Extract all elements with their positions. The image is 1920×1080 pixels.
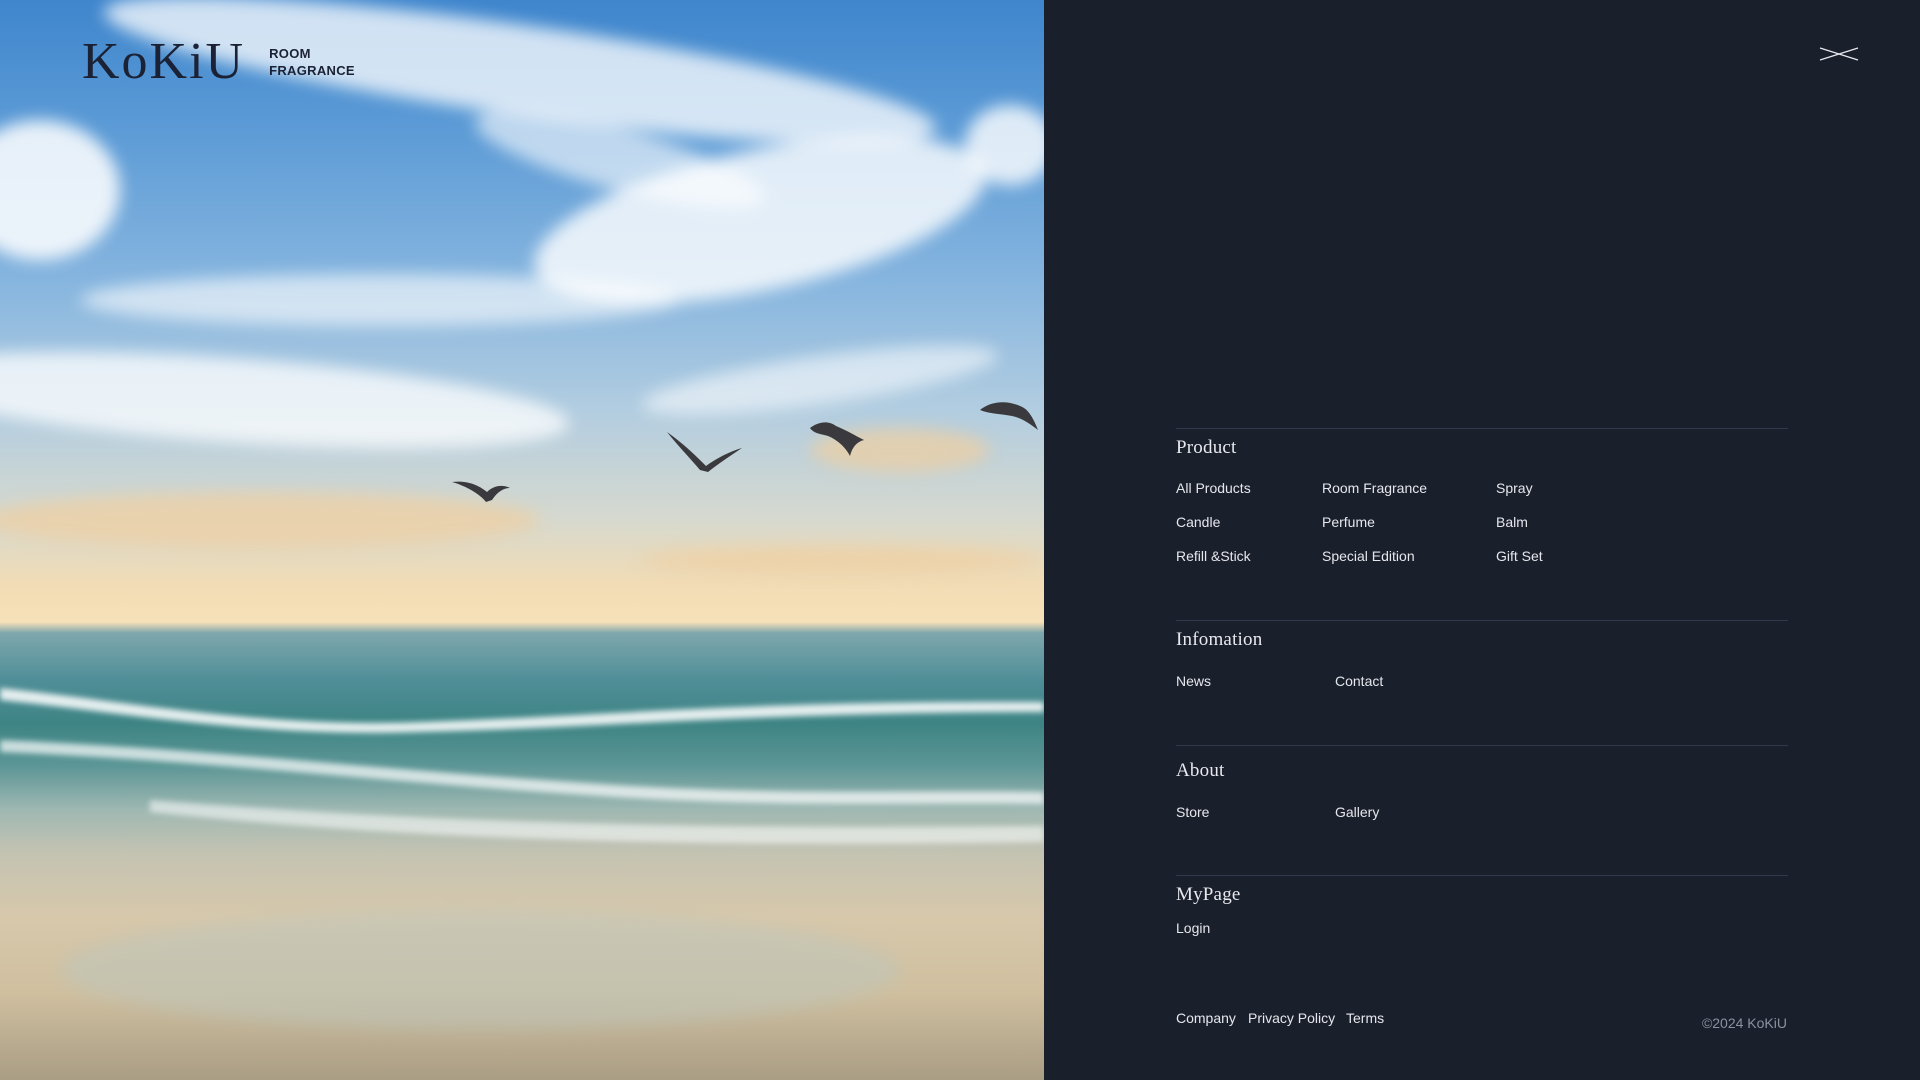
section-title-mypage: MyPage — [1176, 884, 1241, 905]
footer-link-privacy-policy[interactable]: Privacy Policy — [1248, 1010, 1335, 1026]
section-title-product: Product — [1176, 437, 1237, 458]
menu-link-all-products[interactable]: All Products — [1176, 480, 1251, 496]
menu-section-information: Infomation News Contact — [1176, 620, 1788, 745]
menu-section-product: Product All Products Room Fragrance Spra… — [1176, 428, 1788, 618]
hero-photo: KoKiU ROOM FRAGRANCE — [0, 0, 1044, 1080]
brand[interactable]: KoKiU ROOM FRAGRANCE — [82, 36, 369, 88]
sunset-glow-clouds — [0, 428, 1040, 574]
menu-link-gallery[interactable]: Gallery — [1335, 804, 1379, 820]
menu-link-special-edition[interactable]: Special Edition — [1322, 548, 1415, 564]
section-title-information: Infomation — [1176, 629, 1263, 650]
menu-link-contact[interactable]: Contact — [1335, 673, 1383, 689]
brand-tagline-line1: ROOM — [269, 46, 311, 61]
menu-link-login[interactable]: Login — [1176, 920, 1210, 936]
menu-link-perfume[interactable]: Perfume — [1322, 514, 1375, 530]
brand-tagline-line2: FRAGRANCE — [269, 63, 355, 78]
menu-link-balm[interactable]: Balm — [1496, 514, 1528, 530]
copyright: ©2024 KoKiU — [1701, 1015, 1787, 1031]
menu-section-mypage: MyPage Login — [1176, 875, 1788, 975]
waves — [0, 688, 1044, 844]
brand-tagline: ROOM FRAGRANCE — [269, 45, 369, 79]
menu-link-news[interactable]: News — [1176, 673, 1211, 689]
menu-link-room-fragrance[interactable]: Room Fragrance — [1322, 480, 1427, 496]
menu-section-about: About Store Gallery — [1176, 745, 1788, 875]
menu-link-spray[interactable]: Spray — [1496, 480, 1533, 496]
menu-link-gift-set[interactable]: Gift Set — [1496, 548, 1543, 564]
menu-link-store[interactable]: Store — [1176, 804, 1209, 820]
section-title-about: About — [1176, 760, 1225, 781]
menu-link-refill-stick[interactable]: Refill &Stick — [1176, 548, 1251, 564]
footer-link-terms[interactable]: Terms — [1346, 1010, 1384, 1026]
close-menu-button[interactable] — [1818, 44, 1860, 64]
close-x-icon — [1819, 47, 1859, 61]
brand-logo[interactable]: KoKiU — [82, 36, 245, 88]
menu-link-candle[interactable]: Candle — [1176, 514, 1220, 530]
footer-link-company[interactable]: Company — [1176, 1010, 1236, 1026]
beach-scene — [0, 0, 1044, 1030]
